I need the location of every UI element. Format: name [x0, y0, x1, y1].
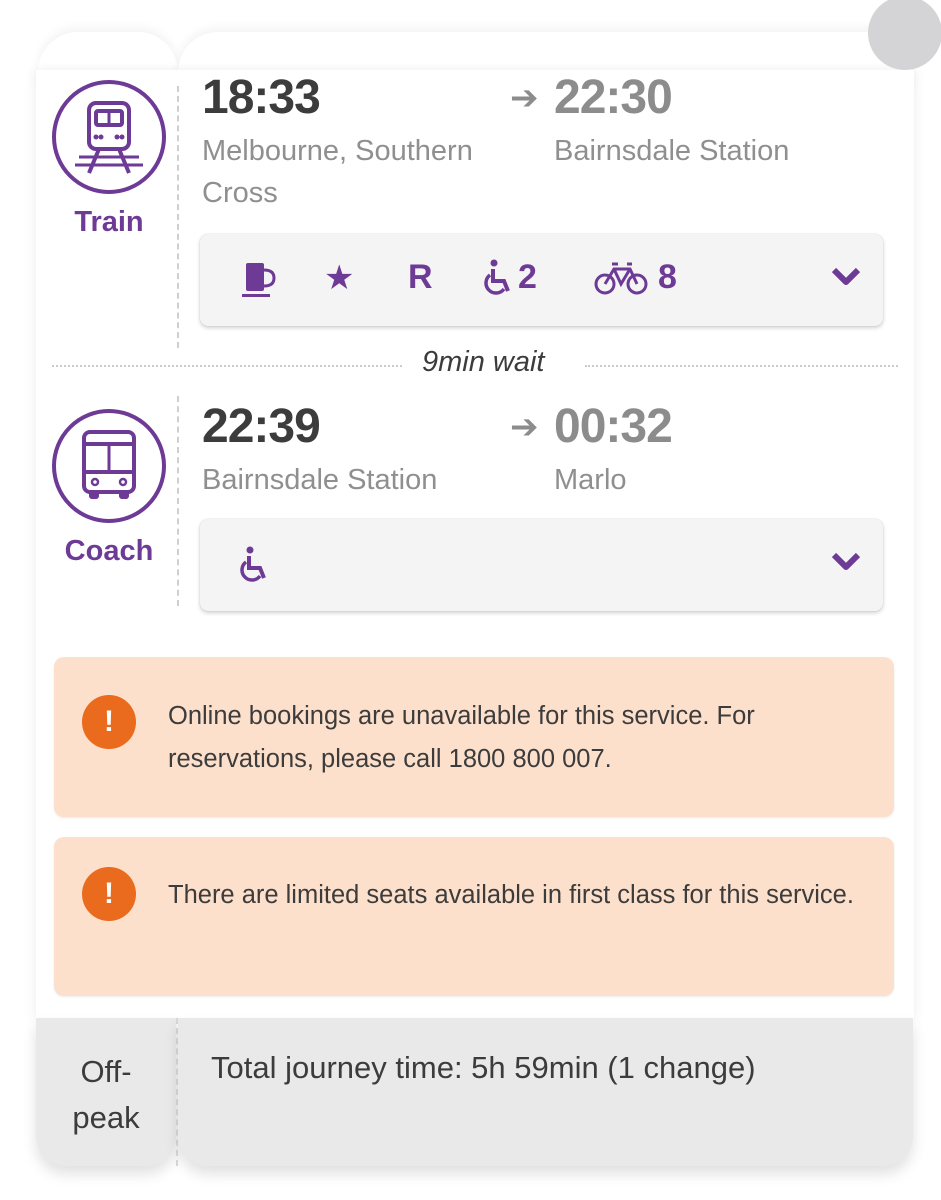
mode-column: Train [50, 80, 168, 239]
amenities-toggle[interactable]: ★ R 2 8 [200, 234, 883, 326]
alert-booking-unavailable: ! Online bookings are unavailable for th… [54, 657, 894, 817]
chevron-down-icon[interactable] [831, 266, 861, 293]
warning-icon: ! [82, 695, 136, 749]
chevron-down-icon[interactable] [831, 551, 861, 578]
bicycle-icon [594, 262, 648, 294]
amenities-toggle[interactable] [200, 519, 883, 611]
alert-text: Online bookings are unavailable for this… [168, 702, 755, 773]
departure-time: 22:39 [202, 400, 321, 453]
star-icon: ★ [324, 259, 355, 297]
divider [585, 365, 898, 367]
bicycle-count: 8 [658, 258, 677, 296]
journey-summary-text: Total journey time: 5h 59min (1 change) [211, 1050, 756, 1085]
arrival-place: Bairnsdale Station [554, 135, 790, 167]
wheelchair-count: 2 [518, 258, 537, 296]
wheelchair-icon [484, 259, 510, 295]
divider [52, 365, 402, 367]
wheelchair-amenity: 2 [484, 258, 537, 297]
mode-column: Coach [50, 409, 168, 568]
alert-limited-seats: ! There are limited seats available in f… [54, 837, 894, 996]
alert-text: There are limited seats available in fir… [168, 881, 854, 909]
timeline-divider [177, 86, 179, 348]
journey-summary: Total journey time: 5h 59min (1 change) [178, 1018, 913, 1166]
bus-icon [52, 409, 166, 523]
departure-place: Bairnsdale Station [202, 464, 438, 496]
arrival-time: 22:30 [554, 71, 673, 124]
arrow-right-icon: ➔ [510, 408, 539, 446]
warning-icon: ! [82, 867, 136, 921]
train-icon [52, 80, 166, 194]
departure-place: Melbourne, Southern Cross [202, 135, 473, 209]
wheelchair-icon [240, 546, 270, 584]
timeline-divider [177, 396, 179, 606]
mode-label: Coach [64, 535, 154, 567]
fare-type: Off-peak [36, 1018, 176, 1166]
fare-type-label: Off-peak [72, 1054, 140, 1135]
departure-time: 18:33 [202, 71, 321, 124]
reservation-icon: R [408, 258, 433, 296]
coffee-cup-icon [242, 261, 276, 299]
corner-avatar-placeholder[interactable] [868, 0, 941, 70]
connection-wait: 9min wait [52, 346, 898, 382]
arrival-place: Marlo [554, 464, 627, 496]
bicycle-amenity: 8 [594, 258, 677, 297]
mode-label: Train [74, 206, 144, 238]
arrow-right-icon: ➔ [510, 79, 539, 117]
arrival-time: 00:32 [554, 400, 673, 453]
wait-duration: 9min wait [422, 346, 545, 378]
